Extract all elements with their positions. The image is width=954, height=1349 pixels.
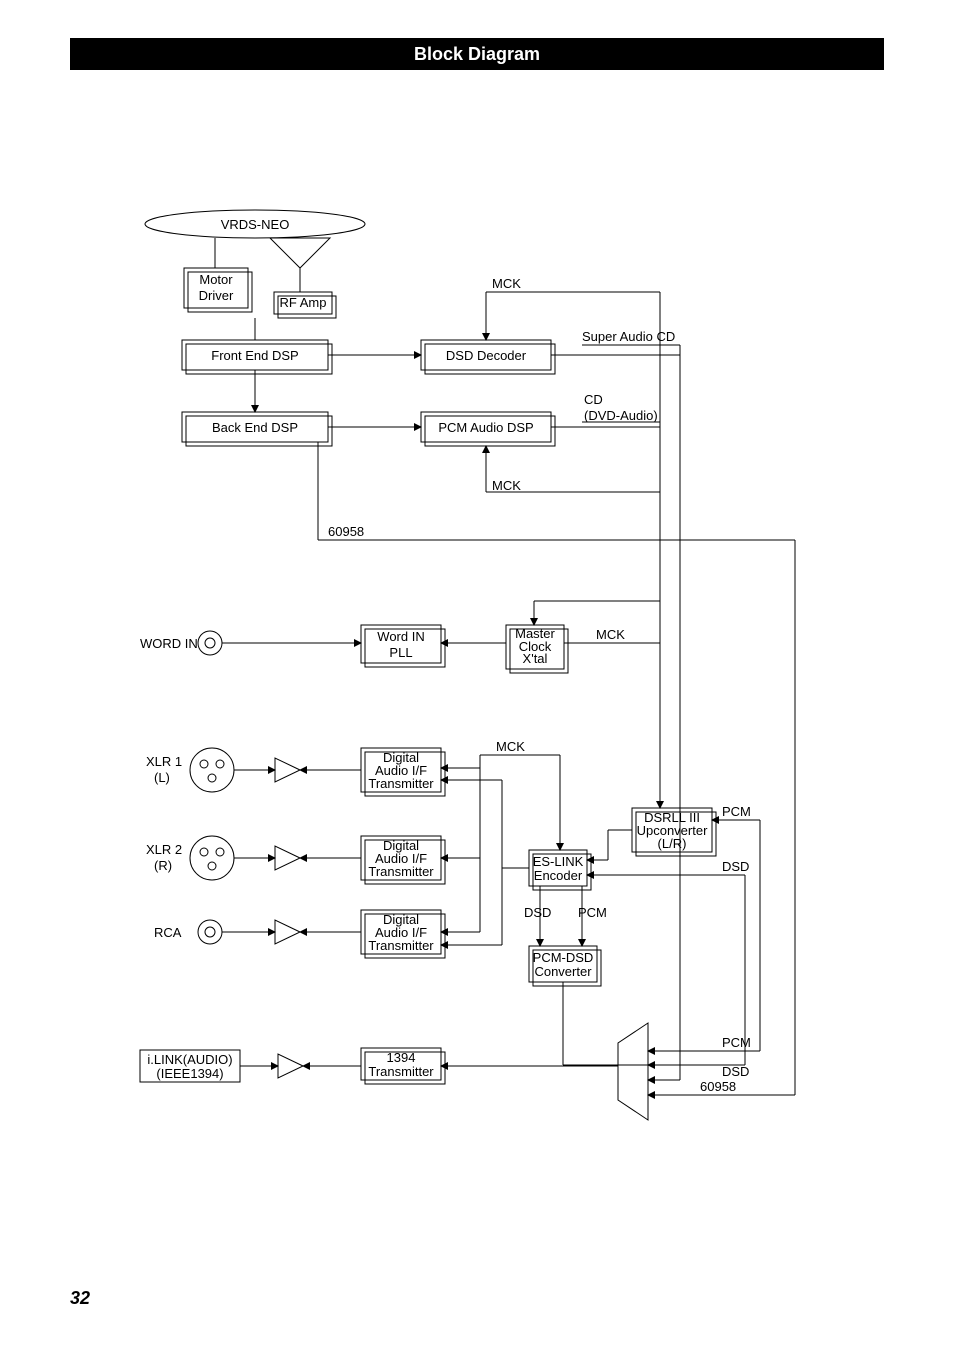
mux-dsd-label: DSD xyxy=(722,1064,749,1079)
svg-text:DSD Decoder: DSD Decoder xyxy=(446,348,527,363)
svg-text:Motor: Motor xyxy=(199,272,233,287)
vrds-neo-label: VRDS-NEO xyxy=(221,217,290,232)
mck4-label: MCK xyxy=(496,739,525,754)
ilink-port-block: i.LINK(AUDIO) (IEEE1394) xyxy=(140,1050,240,1082)
svg-text:Driver: Driver xyxy=(199,288,234,303)
xlr2-label-1: XLR 2 xyxy=(146,842,182,857)
dsd-left-label: DSD xyxy=(524,905,551,920)
word-in-port-label: WORD IN xyxy=(140,636,198,651)
svg-text:X'tal: X'tal xyxy=(523,651,548,666)
digital-audio-if-transmitter-1-block: Digital Audio I/F Transmitter xyxy=(361,748,445,796)
mck3-label: MCK xyxy=(596,627,625,642)
rca-label: RCA xyxy=(154,925,182,940)
digital-audio-if-transmitter-2-block: Digital Audio I/F Transmitter xyxy=(361,836,445,884)
svg-text:(IEEE1394): (IEEE1394) xyxy=(156,1066,223,1081)
dsd-up-label: DSD xyxy=(722,859,749,874)
svg-text:RF Amp: RF Amp xyxy=(280,295,327,310)
cd-label-line1: CD xyxy=(584,392,603,407)
master-clock-xtal-block: Master Clock X'tal xyxy=(506,625,568,673)
front-end-dsp-block: Front End DSP xyxy=(182,340,332,374)
motor-driver-block: Motor Driver xyxy=(184,268,252,312)
pcm-up-label: PCM xyxy=(722,804,751,819)
svg-text:Back End DSP: Back End DSP xyxy=(212,420,298,435)
svg-text:i.LINK(AUDIO): i.LINK(AUDIO) xyxy=(147,1052,232,1067)
svg-text:Transmitter: Transmitter xyxy=(368,1064,434,1079)
svg-text:Front End DSP: Front End DSP xyxy=(211,348,298,363)
pcm-dsd-converter-block: PCM-DSD Converter xyxy=(529,946,601,986)
rf-amp-block: RF Amp xyxy=(274,292,336,318)
cd-label-line2: (DVD-Audio) xyxy=(584,408,658,423)
mck1-label: MCK xyxy=(492,276,521,291)
pcm-right-label: PCM xyxy=(578,905,607,920)
svg-text:PLL: PLL xyxy=(389,645,412,660)
60958-label-b: 60958 xyxy=(700,1079,736,1094)
back-end-dsp-block: Back End DSP xyxy=(182,412,332,446)
xlr2-label-2: (R) xyxy=(154,858,172,873)
svg-text:1394: 1394 xyxy=(387,1050,416,1065)
svg-text:Transmitter: Transmitter xyxy=(368,864,434,879)
xlr1-label-1: XLR 1 xyxy=(146,754,182,769)
es-link-encoder-block: ES-LINK Encoder xyxy=(529,850,591,890)
svg-text:(L/R): (L/R) xyxy=(658,836,687,851)
mux-pcm-label: PCM xyxy=(722,1035,751,1050)
block-diagram-canvas: VRDS-NEO Motor Driver RF Amp Front End D… xyxy=(0,0,954,1349)
svg-text:PCM Audio DSP: PCM Audio DSP xyxy=(438,420,533,435)
svg-text:Converter: Converter xyxy=(534,964,592,979)
mck2-label: MCK xyxy=(492,478,521,493)
xlr1-label-2: (L) xyxy=(154,770,170,785)
svg-text:Word IN: Word IN xyxy=(377,629,424,644)
svg-text:Transmitter: Transmitter xyxy=(368,776,434,791)
multiplexer xyxy=(618,1023,648,1120)
pcm-audio-dsp-block: PCM Audio DSP xyxy=(421,412,555,446)
transmitter-1394-block: 1394 Transmitter xyxy=(361,1048,445,1084)
svg-text:Encoder: Encoder xyxy=(534,868,583,883)
svg-text:PCM-DSD: PCM-DSD xyxy=(533,950,594,965)
dsd-decoder-block: DSD Decoder xyxy=(421,340,555,374)
60958-label-a: 60958 xyxy=(328,524,364,539)
dsrll-upconverter-block: DSRLL III Upconverter (L/R) xyxy=(632,808,716,856)
word-in-pll-block: Word IN PLL xyxy=(361,625,445,667)
super-audio-cd-label: Super Audio CD xyxy=(582,329,675,344)
svg-text:ES-LINK: ES-LINK xyxy=(533,854,584,869)
svg-text:Transmitter: Transmitter xyxy=(368,938,434,953)
digital-audio-if-transmitter-3-block: Digital Audio I/F Transmitter xyxy=(361,910,445,958)
